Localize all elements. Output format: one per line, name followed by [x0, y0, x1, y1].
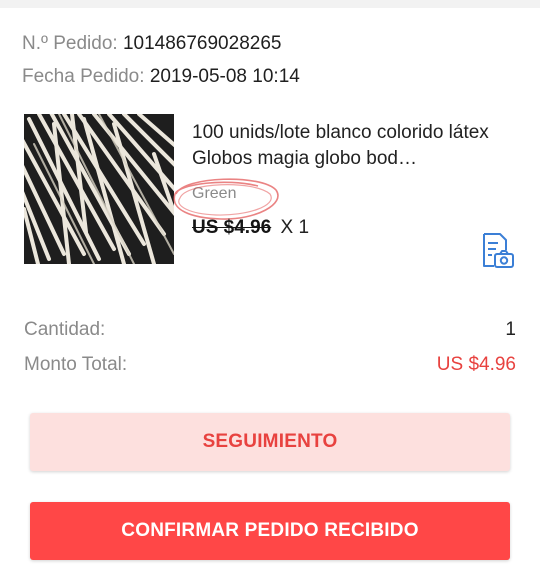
order-date-label: Fecha Pedido:	[22, 66, 145, 87]
quantity-row: Cantidad: 1	[24, 318, 516, 342]
product-image[interactable]	[24, 114, 174, 264]
total-value: US $4.96	[436, 354, 516, 375]
product-title[interactable]: 100 unids/lote blanco colorido látex Glo…	[192, 120, 512, 172]
product-price-line: US $4.96 X 1	[192, 216, 309, 240]
order-number-label: N.º Pedido:	[22, 33, 118, 54]
quantity-value: 1	[505, 319, 516, 340]
quantity-label: Cantidad:	[24, 319, 106, 340]
order-date-value: 2019-05-08 10:14	[149, 66, 300, 87]
order-number-row: N.º Pedido: 101486769028265	[22, 32, 281, 56]
total-row: Monto Total: US $4.96	[24, 353, 516, 377]
product-price: US $4.96	[192, 217, 272, 238]
document-photo-icon[interactable]	[478, 230, 516, 270]
confirm-received-button[interactable]: CONFIRMAR PEDIDO RECIBIDO	[30, 502, 510, 560]
order-card: N.º Pedido: 101486769028265 Fecha Pedido…	[0, 8, 540, 570]
product-variant: Green	[192, 185, 237, 202]
order-date-row: Fecha Pedido: 2019-05-08 10:14	[22, 65, 300, 89]
order-number-value: 101486769028265	[122, 33, 282, 54]
product-quantity: X 1	[280, 217, 310, 238]
tracking-button[interactable]: SEGUIMIENTO	[30, 413, 510, 471]
total-label: Monto Total:	[24, 354, 128, 375]
